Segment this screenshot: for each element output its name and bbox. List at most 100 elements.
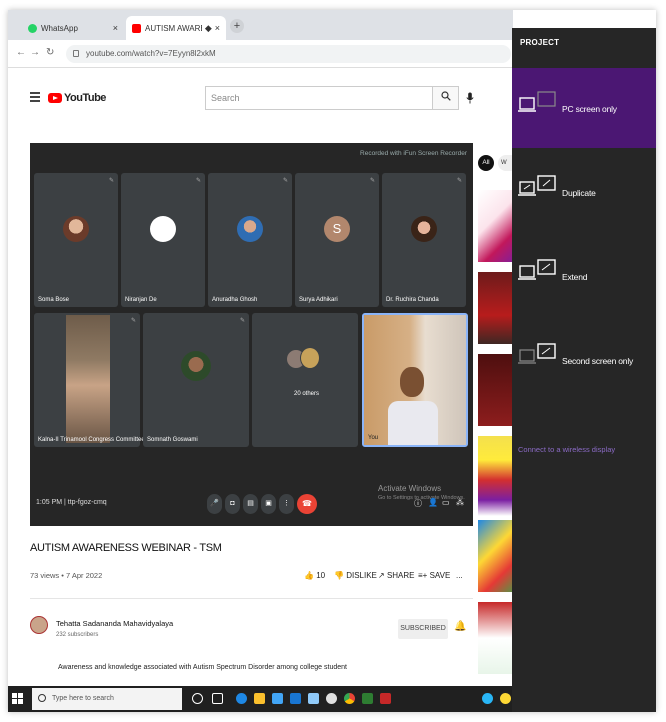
participant-name: Somnath Goswami	[147, 437, 198, 443]
video-player[interactable]: Recorded with iFun Screen Recorder ✎ Som…	[30, 143, 473, 526]
avatar	[237, 216, 263, 242]
mic-off-icon: ✎	[282, 178, 288, 184]
youtube-logo[interactable]: YouTube	[48, 92, 106, 104]
like-button[interactable]: 👍 10	[304, 571, 325, 580]
option-pc-screen-only[interactable]: PC screen only	[512, 68, 656, 148]
option-second-screen-only[interactable]: Second screen only	[512, 320, 656, 400]
activities-icon[interactable]: ⁂	[456, 498, 464, 507]
others-count: 20 others	[294, 391, 320, 397]
people-icon[interactable]: 👤	[428, 498, 438, 507]
participant-tile: ✎ Anuradha Ghosh	[208, 173, 292, 307]
participant-tile: ✎ S Surya Adhikari	[295, 173, 379, 307]
duplicate-icon	[518, 175, 556, 196]
chat-icon[interactable]: ▭	[442, 498, 450, 507]
lock-icon	[73, 50, 79, 57]
mic-off-icon: ✎	[456, 178, 462, 184]
channel-name[interactable]: Tehatta Sadananda Mahavidyalaya	[56, 619, 173, 628]
more-options-button[interactable]: ⋮	[279, 494, 294, 514]
audio-icon[interactable]: ◆	[205, 23, 212, 34]
forward-icon[interactable]: →	[30, 47, 40, 58]
info-icon[interactable]: ⓘ	[414, 498, 422, 509]
mic-off-icon: ✎	[239, 318, 245, 324]
captions-button[interactable]: ▤	[243, 494, 258, 514]
new-tab-button[interactable]: +	[230, 19, 244, 33]
meet-control-bar: 1:05 PM | ttp-fgoz-cmq 🎤 ◘ ▤ ▣ ⋮ ☎ Activ…	[30, 482, 473, 526]
taskbar-search-input[interactable]: Type here to search	[32, 688, 182, 710]
menu-icon[interactable]	[30, 92, 40, 104]
close-icon[interactable]: ×	[113, 23, 118, 33]
mail-icon[interactable]	[290, 693, 301, 704]
option-label: Second screen only	[562, 356, 634, 366]
store-icon[interactable]	[272, 693, 283, 704]
channel-avatar[interactable]	[30, 616, 48, 634]
avatar	[300, 347, 320, 369]
dislike-label: DISLIKE	[346, 571, 377, 580]
taskbar-search-placeholder: Type here to search	[52, 695, 114, 702]
share-label: SHARE	[386, 571, 415, 580]
dislike-button[interactable]: 👎 DISLIKE	[334, 571, 377, 580]
windows-start-icon[interactable]	[12, 693, 24, 705]
meet-time: 1:05 PM | ttp-fgoz-cmq	[36, 499, 107, 506]
subscriber-count: 232 subscribers	[56, 632, 99, 638]
mic-icon[interactable]	[466, 92, 474, 107]
reload-icon[interactable]: ↻	[46, 47, 54, 58]
mic-button[interactable]: 🎤	[207, 494, 222, 514]
chrome-icon[interactable]	[344, 693, 355, 704]
tab-youtube-video[interactable]: AUTISM AWARENESS WEBIN ◆ ×	[126, 16, 226, 40]
chip-all[interactable]: All	[478, 155, 494, 171]
avatar	[411, 216, 437, 242]
search-placeholder: Search	[211, 93, 240, 103]
cortana-icon[interactable]	[192, 693, 203, 704]
mic-off-icon: ✎	[108, 178, 114, 184]
participant-tile: ✎ Kalna-II Trinamool Congress Committee	[34, 313, 145, 447]
like-count: 10	[316, 571, 326, 580]
search-button[interactable]	[433, 86, 459, 110]
option-extend[interactable]: Extend	[512, 236, 656, 316]
back-icon[interactable]: ←	[16, 47, 26, 58]
save-button[interactable]: ≡+ SAVE	[418, 571, 450, 580]
search-input[interactable]: Search	[205, 86, 433, 110]
url-field[interactable]: youtube.com/watch?v=7Eyyn8l2xkM	[66, 45, 511, 63]
close-icon[interactable]: ×	[215, 23, 220, 33]
app-icon[interactable]	[500, 693, 511, 704]
app-icon[interactable]	[380, 693, 391, 704]
tab-whatsapp[interactable]: WhatsApp ×	[22, 16, 124, 40]
task-view-icon[interactable]	[212, 693, 223, 704]
app-icon[interactable]	[308, 693, 319, 704]
recorder-watermark: Recorded with iFun Screen Recorder	[360, 150, 467, 157]
present-button[interactable]: ▣	[261, 494, 276, 514]
project-panel: PROJECT PC screen only Duplicate Extend …	[512, 28, 656, 712]
file-explorer-icon[interactable]	[254, 693, 265, 704]
participant-tile: ✎ Dr. Ruchira Chanda	[382, 173, 466, 307]
browser-tab-strip: WhatsApp × AUTISM AWARENESS WEBIN ◆ × +	[8, 10, 513, 40]
camera-button[interactable]: ◘	[225, 494, 240, 514]
app-icon[interactable]	[482, 693, 493, 704]
participant-name: Surya Adhikari	[299, 297, 338, 303]
windows-taskbar: Type here to search	[8, 686, 513, 712]
video-title: AUTISM AWARENESS WEBINAR - TSM	[30, 542, 222, 554]
search-icon	[440, 91, 451, 101]
participant-name: You	[368, 435, 379, 441]
app-icon[interactable]	[326, 693, 337, 704]
youtube-icon	[132, 23, 141, 33]
option-duplicate[interactable]: Duplicate	[512, 152, 656, 232]
share-button[interactable]: ↗ SHARE	[378, 571, 415, 580]
edge-icon[interactable]	[236, 693, 247, 704]
shirt	[388, 401, 438, 445]
more-actions-button[interactable]: ...	[456, 571, 463, 580]
video-description: Awareness and knowledge associated with …	[58, 664, 347, 671]
option-label: PC screen only	[562, 104, 617, 114]
participant-name: Soma Bose	[38, 297, 70, 303]
logo-text: YouTube	[64, 92, 106, 104]
save-label: SAVE	[429, 571, 451, 580]
screenshot-frame: WhatsApp × AUTISM AWARENESS WEBIN ◆ × + …	[8, 10, 656, 712]
participant-name: Niranjan De	[125, 297, 157, 303]
end-call-button[interactable]: ☎	[297, 494, 317, 514]
mic-off-icon: ✎	[369, 178, 375, 184]
bell-icon[interactable]: 🔔	[454, 621, 466, 632]
subscribed-button[interactable]: SUBSCRIBED	[398, 619, 448, 639]
second-screen-only-icon	[518, 343, 556, 364]
connect-wireless-display-link[interactable]: Connect to a wireless display	[518, 445, 615, 454]
app-icon[interactable]	[362, 693, 373, 704]
participant-name: Anuradha Ghosh	[212, 297, 258, 303]
